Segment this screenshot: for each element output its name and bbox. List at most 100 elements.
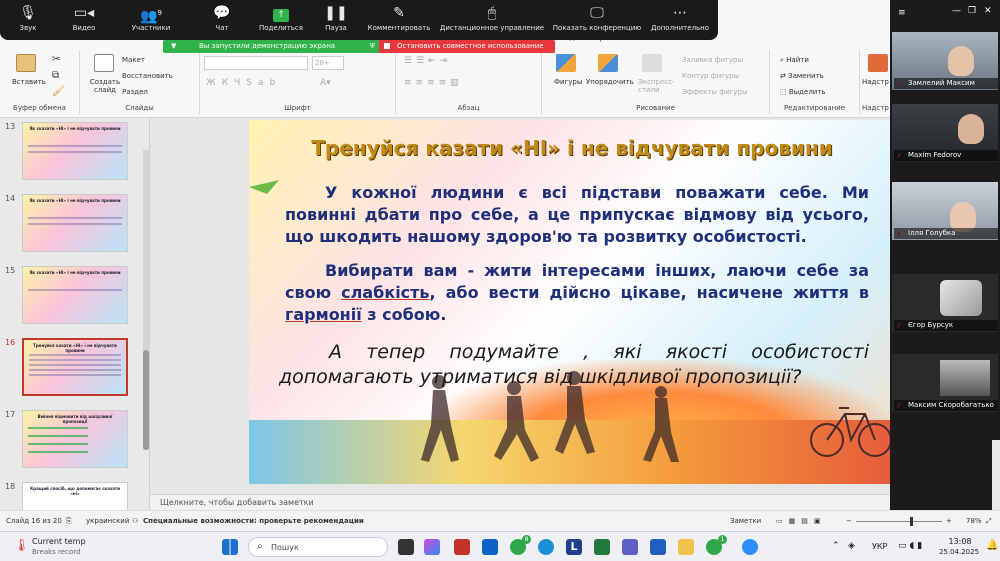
format-painter-icon[interactable]: 🖌 (52, 86, 65, 97)
stop-share-button[interactable]: Остановить совместное использование (379, 40, 555, 53)
zoom-out-icon[interactable]: − (846, 517, 852, 525)
edge-icon[interactable] (538, 539, 554, 555)
select-button[interactable]: ⬚ Выделить (780, 88, 826, 96)
show-meeting-button[interactable]: 🖵 Показать конференцию (550, 0, 644, 40)
arrange-button[interactable]: Упорядочить (586, 78, 634, 86)
video-button[interactable]: ▭◂ Видео (62, 0, 106, 40)
excel-icon[interactable] (594, 539, 610, 555)
search-box[interactable]: ⌕ Пошук (248, 537, 388, 557)
more-icon: ⋯ (673, 5, 687, 21)
audio-button[interactable]: 🎙 Звук (8, 0, 48, 40)
font-group-label: Шрифт (284, 104, 311, 112)
chat-button[interactable]: 💬 Чат (202, 0, 242, 40)
quick-styles-button[interactable]: Экспресс-стили (638, 78, 678, 94)
slide-thumbnail-15[interactable]: Як сказати «НІ» і не відчувати провини (22, 266, 128, 324)
clipboard-group-label: Буфер обмена (13, 104, 66, 112)
view-buttons[interactable]: ▭▦▤▣ (776, 517, 826, 525)
task-view-icon[interactable] (398, 539, 414, 555)
language-indicator-tray[interactable]: УКР (872, 542, 887, 551)
show-meeting-label: Показать конференцию (552, 24, 642, 32)
tray-app-icon[interactable]: ◈ (848, 541, 855, 551)
powerpoint-icon[interactable] (454, 539, 470, 555)
reset-button[interactable]: Восстановить (122, 72, 173, 80)
teams-icon[interactable] (622, 539, 638, 555)
participants-button[interactable]: 👥9 Участники (126, 0, 176, 40)
participant-tile[interactable]: ✗Єгор Бурсук (892, 274, 998, 332)
paste-button[interactable]: Вставить (12, 78, 46, 86)
slide-thumbnail-18[interactable]: Кращий спосіб, що допомагає сказати «ні» (22, 482, 128, 510)
outlook-icon[interactable] (482, 539, 498, 555)
slide-thumbnail-16[interactable]: Тренуйся казати «НІ» і не відчувати пров… (22, 338, 128, 396)
spellcheck-icon[interactable]: ⎘ (66, 517, 72, 526)
shape-outline-button[interactable]: Контур фигуры (682, 72, 739, 80)
zoom-slider[interactable] (856, 521, 942, 522)
addins-icon[interactable] (868, 54, 888, 72)
zoom-slider-thumb[interactable] (910, 517, 913, 526)
word-icon[interactable] (650, 539, 666, 555)
editing-group-label: Редактирование (783, 104, 846, 112)
shape-fill-button[interactable]: Заливка фигуры (682, 56, 743, 64)
notes-button[interactable]: Заметки (730, 517, 761, 525)
replace-button[interactable]: ⇄ Заменить (780, 72, 824, 80)
more-button[interactable]: ⋯ Дополнительно (648, 0, 712, 40)
remote-control-button[interactable]: 🖱 Дистанционное управление (438, 0, 546, 40)
thumbnails-scrollbar[interactable] (143, 150, 149, 450)
tray-chevron-icon[interactable]: ⌃ (832, 541, 840, 551)
shield-icon: ▼ (171, 42, 177, 50)
fit-slide-icon[interactable]: ⤢ (986, 517, 992, 526)
thumb-number: 16 (5, 338, 16, 347)
font-name-input[interactable] (204, 56, 308, 70)
participant-tile[interactable]: ✗Максим Скоробагатько (892, 354, 998, 412)
zoom-level[interactable]: 78% (966, 517, 982, 525)
status-bar: Слайд 16 из 20 ⎘ украинский ⚇ Специальны… (0, 510, 1000, 531)
shapes-icon (556, 54, 576, 72)
notifications-icon[interactable]: 🔔 (986, 540, 998, 551)
thumb-number: 15 (5, 266, 16, 275)
minimize-icon[interactable]: — (952, 6, 961, 16)
annotate-button[interactable]: ✎ Комментировать (366, 0, 432, 40)
font-format-buttons[interactable]: ЖКЧSab (206, 78, 281, 88)
shape-effects-button[interactable]: Эффекты фигуры (682, 88, 748, 96)
participant-tile[interactable]: ✗Замлелий Максим (892, 32, 998, 90)
font-size-input[interactable]: 28+ (312, 56, 344, 70)
find-button[interactable]: ⌕ Найти (780, 56, 809, 65)
zoom-in-icon[interactable]: + (946, 517, 952, 525)
participant-tile[interactable]: ✗Ілля Голубка (892, 182, 998, 240)
share-screen-button[interactable]: ↑ Поделиться (254, 0, 308, 40)
video-panel-scrollbar[interactable] (992, 440, 1000, 510)
zoom-app-icon[interactable] (742, 539, 758, 555)
font-color-icon[interactable]: A▾ (320, 78, 331, 88)
copilot-icon[interactable] (424, 539, 440, 555)
start-icon[interactable] (222, 539, 238, 555)
slide-thumbnail-17[interactable]: Вміння відмовити від шкідливої пропозиці… (22, 410, 128, 468)
close-icon[interactable]: ✕ (984, 6, 992, 16)
file-explorer-icon[interactable] (678, 539, 694, 555)
slide-thumbnail-14[interactable]: Як сказати «НІ» і не відчувати провини (22, 194, 128, 252)
section-button[interactable]: Раздел (122, 88, 148, 96)
clock-time[interactable]: 13:08 (940, 537, 980, 546)
scrollbar-thumb[interactable] (143, 350, 149, 450)
tray-status-icons[interactable]: ▭◖▮ (898, 541, 925, 551)
participant-tile[interactable]: ✗Maxim Fedorov (892, 104, 998, 162)
clock-date[interactable]: 25.04.2025 (934, 548, 984, 556)
l-app-icon[interactable]: L (566, 539, 582, 555)
notes-pane[interactable]: Щелкните, чтобы добавить заметки (150, 494, 890, 510)
accessibility-status[interactable]: Специальные возможности: проверьте реком… (143, 517, 364, 525)
list-buttons[interactable]: ☰☰⇤⇥ (404, 56, 451, 66)
cut-icon[interactable]: ✂ (52, 54, 60, 65)
layout-button[interactable]: Макет (122, 56, 145, 64)
slide-thumbnail-13[interactable]: Як сказати «НІ» і не відчувати провини (22, 122, 128, 180)
new-slide-button[interactable]: Создать слайд (88, 78, 122, 94)
restore-icon[interactable]: ❐ (968, 6, 976, 16)
language-indicator[interactable]: украинский (86, 517, 129, 525)
current-slide[interactable]: Тренуйся казати «НІ» і не відчувати пров… (249, 120, 895, 484)
pause-button[interactable]: ❚❚ Пауза (318, 0, 354, 40)
copy-icon[interactable]: ⧉ (52, 70, 59, 81)
addins-button[interactable]: Надстр (862, 78, 889, 86)
slide-paragraph-1: У кожної людини є всі підстави поважати … (285, 183, 869, 246)
align-buttons[interactable]: ≡≡≡≡▥ (404, 78, 463, 88)
panel-menu-icon[interactable]: ≡ (898, 8, 906, 18)
weather-title[interactable]: Current temp (32, 537, 86, 546)
shapes-button[interactable]: Фигуры (554, 78, 582, 86)
chat-label: Чат (215, 24, 229, 32)
